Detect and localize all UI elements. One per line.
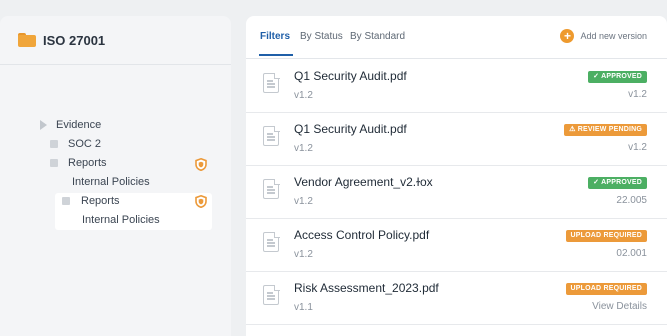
file-version: v1.2: [294, 196, 313, 207]
file-version: v1.2: [294, 143, 313, 154]
status-badge: ✓ APPROVED: [588, 177, 647, 189]
file-row[interactable]: Q1 Security Audit.pdf v1.2 ✓ APPROVED v1…: [246, 59, 667, 113]
file-version: v1.2: [294, 90, 313, 101]
add-new-version-label: Add new version: [580, 31, 647, 41]
tree-item-label: SOC 2: [68, 138, 102, 150]
document-panel: Filters By Status By Standard + Add new …: [246, 16, 667, 336]
plus-icon: +: [560, 29, 575, 43]
file-version: v1.1: [294, 302, 313, 313]
tree-item-label: Internal Policies: [72, 176, 150, 188]
document-icon: [263, 284, 280, 305]
file-name[interactable]: Risk Assessment_2023.pdf: [294, 281, 439, 295]
document-icon: [263, 178, 280, 199]
document-icon: [263, 72, 280, 93]
status-badge: UPLOAD REQUIRED: [565, 230, 647, 242]
tree-item-soc2[interactable]: SOC 2: [50, 138, 101, 150]
tree-item-internal-policies[interactable]: Internal Policies: [72, 176, 150, 188]
expand-triangle-icon[interactable]: [40, 120, 47, 130]
add-new-version-button[interactable]: + Add new version: [560, 29, 647, 43]
tree-item-label: Evidence: [56, 119, 102, 131]
file-row[interactable]: Access Control Policy.pdf v1.2 UPLOAD RE…: [246, 218, 667, 272]
file-meta: v1.2: [628, 89, 647, 100]
tree-item-label: Reports: [81, 195, 120, 207]
tab-by-standard[interactable]: By Standard: [350, 31, 405, 42]
file-name[interactable]: Access Control Policy.pdf: [294, 228, 429, 242]
sidebar-header[interactable]: ISO 27001: [0, 16, 231, 65]
tree-item-label: Reports: [68, 157, 107, 169]
status-badge: UPLOAD REQUIRED: [565, 283, 647, 295]
file-name[interactable]: Q1 Security Audit.pdf: [294, 69, 407, 83]
tab-by-status[interactable]: By Status: [300, 31, 343, 42]
file-row[interactable]: Vendor Agreement_v2.ɫox v1.2 ✓ APPROVED …: [246, 165, 667, 219]
tree-item-reports[interactable]: Reports: [50, 157, 107, 169]
file-name[interactable]: Q1 Security Audit.pdf: [294, 122, 407, 136]
file-meta: v1.2: [628, 142, 647, 153]
file-meta[interactable]: View Details: [592, 301, 647, 312]
file-meta: 22.005: [616, 195, 647, 206]
tree-item-reports-selected[interactable]: Reports: [62, 195, 120, 207]
tabs-bar: Filters By Status By Standard + Add new …: [246, 16, 667, 59]
document-icon: [263, 125, 280, 146]
tab-filters[interactable]: Filters: [260, 31, 290, 42]
node-square-icon: [62, 197, 70, 205]
status-badge: ✓ APPROVED: [588, 71, 647, 83]
node-square-icon: [50, 140, 58, 148]
shield-icon: [195, 158, 207, 171]
node-square-icon: [50, 159, 58, 167]
tree-item-evidence[interactable]: Evidence: [40, 119, 101, 131]
folder-icon: [18, 33, 36, 47]
sidebar-panel: ISO 27001 Evidence SOC 2 Reports Interna…: [0, 16, 231, 336]
sidebar-title: ISO 27001: [43, 32, 106, 48]
shield-icon: [195, 195, 207, 208]
tree-item-internal-policies-2[interactable]: Internal Policies: [82, 214, 160, 226]
file-version: v1.2: [294, 249, 313, 260]
document-icon: [263, 231, 280, 252]
tree-item-label: Internal Policies: [82, 214, 160, 226]
file-row[interactable]: Q1 Security Audit.pdf v1.2 ⚠ REVIEW PEND…: [246, 112, 667, 166]
file-name[interactable]: Vendor Agreement_v2.ɫox: [294, 175, 433, 189]
file-meta: 02.001: [616, 248, 647, 259]
active-tab-indicator: [259, 54, 293, 56]
file-row[interactable]: Risk Assessment_2023.pdf v1.1 UPLOAD REQ…: [246, 271, 667, 325]
status-badge: ⚠ REVIEW PENDING: [564, 124, 647, 136]
